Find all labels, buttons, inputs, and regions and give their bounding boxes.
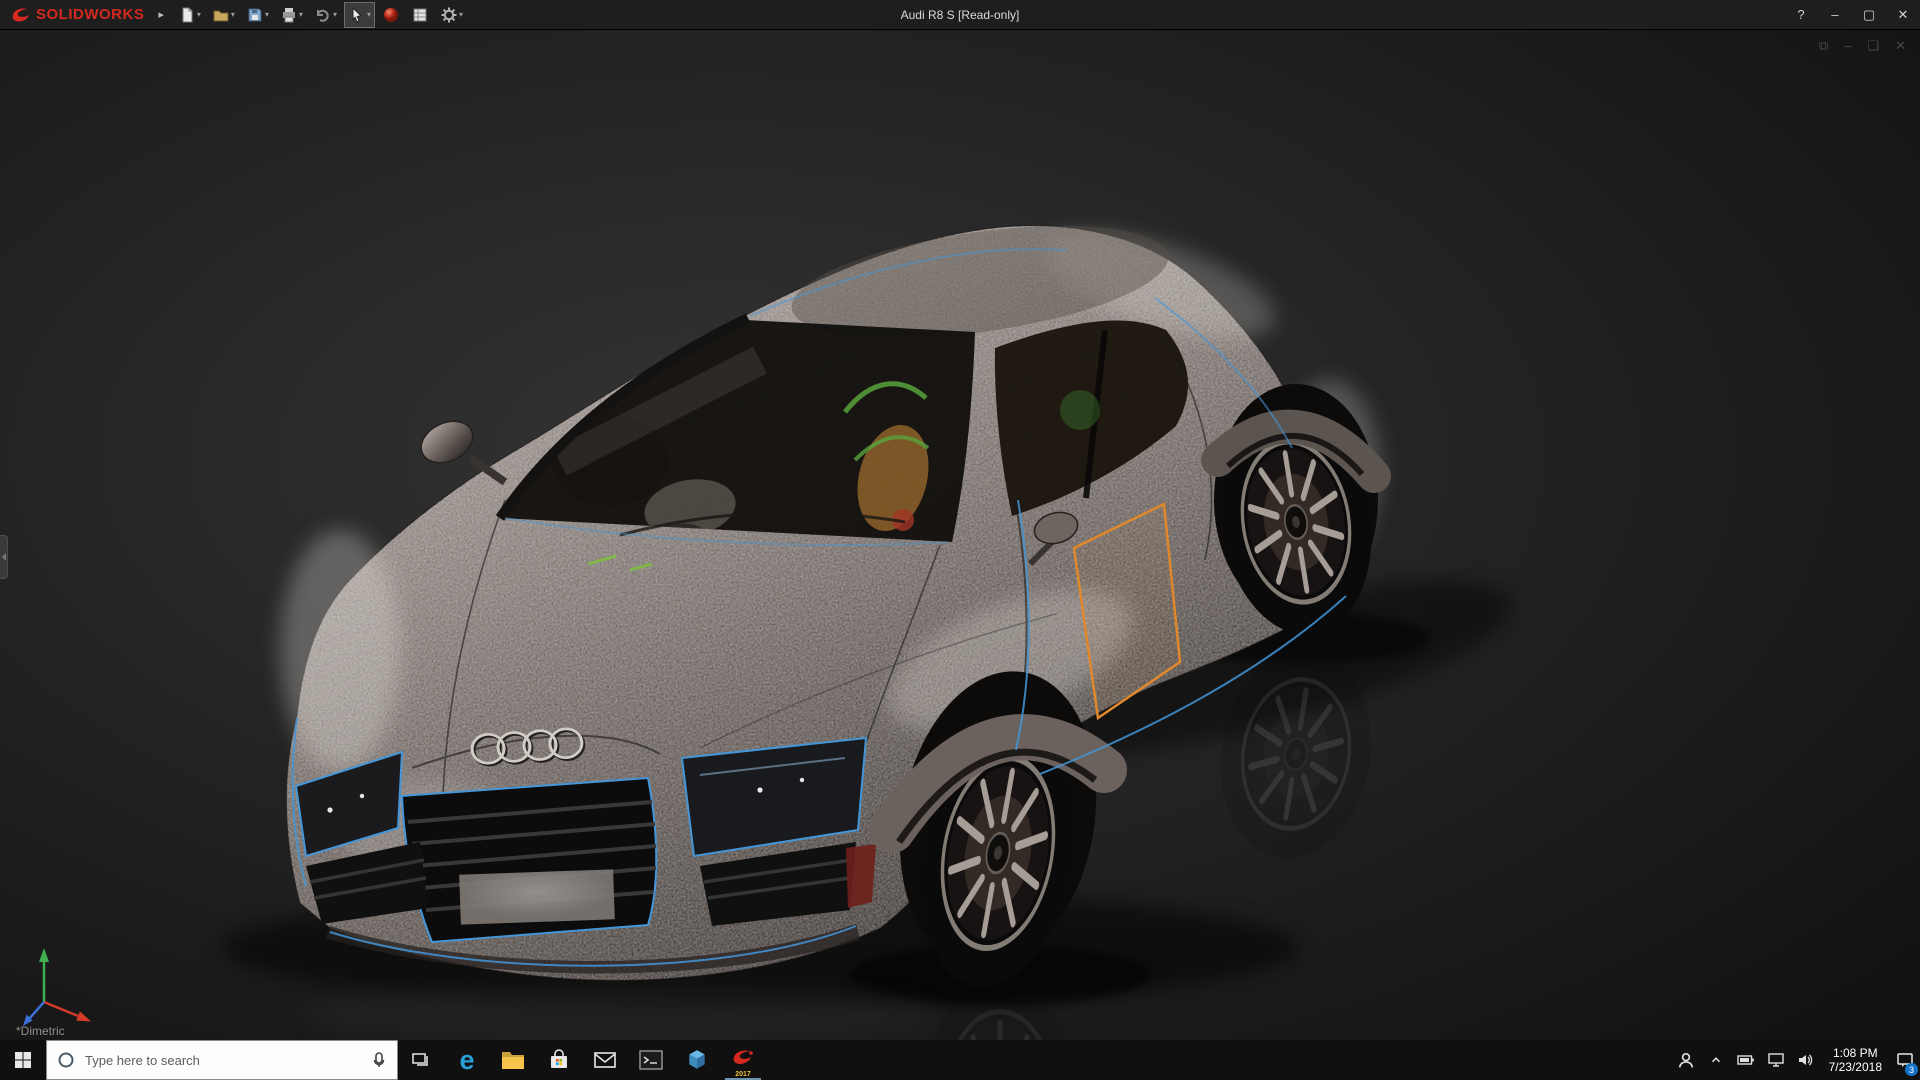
select-tool-button[interactable]: ▾ xyxy=(344,2,375,28)
close-button[interactable]: ✕ xyxy=(1886,0,1920,30)
options-button[interactable]: ▾ xyxy=(436,2,467,28)
design-report-button[interactable] xyxy=(407,2,433,28)
3d-cube-icon xyxy=(686,1049,708,1071)
ds-logo-icon xyxy=(10,6,32,24)
select-cursor-icon xyxy=(348,6,366,24)
dropdown-caret-icon[interactable]: ▾ xyxy=(265,10,269,19)
task-view-button[interactable] xyxy=(398,1040,444,1080)
menu-expand-arrow-icon[interactable]: ▸ xyxy=(152,8,174,21)
dropdown-caret-icon[interactable]: ▾ xyxy=(367,10,371,19)
task-view-icon xyxy=(411,1050,431,1070)
edge-icon: e xyxy=(459,1047,474,1074)
app-titlebar: SOLIDWORKS ▸ ▾ ▾ ▾ ▾ xyxy=(0,0,1920,30)
taskbar-search[interactable] xyxy=(46,1040,398,1080)
design-report-icon xyxy=(411,6,429,24)
undo-button[interactable]: ▾ xyxy=(310,2,341,28)
clock-date: 7/23/2018 xyxy=(1829,1060,1882,1074)
front-grille[interactable] xyxy=(402,778,656,942)
solidworks-wordmark: SOLIDWORKS xyxy=(36,6,144,23)
volume-icon xyxy=(1797,1052,1815,1068)
minimize-button[interactable]: – xyxy=(1818,0,1852,30)
people-button[interactable] xyxy=(1671,1040,1701,1080)
store-icon xyxy=(548,1049,570,1071)
undo-icon xyxy=(314,6,332,24)
appearances-button[interactable] xyxy=(378,2,404,28)
people-icon xyxy=(1677,1051,1695,1069)
interior-cage-glimpse xyxy=(1060,390,1100,430)
dropdown-caret-icon[interactable]: ▾ xyxy=(459,10,463,19)
dropdown-caret-icon[interactable]: ▾ xyxy=(197,10,201,19)
file-explorer-icon xyxy=(501,1049,525,1071)
document-window-controls: ⧉ – ❏ ✕ xyxy=(1819,38,1906,54)
command-prompt-app-button[interactable] xyxy=(628,1040,674,1080)
open-button[interactable]: ▾ xyxy=(208,2,239,28)
appearances-sphere-icon xyxy=(382,6,400,24)
clock-time: 1:08 PM xyxy=(1833,1046,1878,1060)
maximize-button[interactable]: ▢ xyxy=(1852,0,1886,30)
solidworks-logo: SOLIDWORKS xyxy=(0,6,152,24)
mail-app-button[interactable] xyxy=(582,1040,628,1080)
license-plate-area xyxy=(459,869,615,924)
battery-button[interactable] xyxy=(1731,1040,1761,1080)
system-tray: 1:08 PM 7/23/2018 3 xyxy=(1671,1040,1920,1080)
solidworks-taskbar-icon xyxy=(730,1048,756,1072)
volume-button[interactable] xyxy=(1791,1040,1821,1080)
display-network-button[interactable] xyxy=(1761,1040,1791,1080)
search-input[interactable] xyxy=(85,1053,361,1068)
file-explorer-app-button[interactable] xyxy=(490,1040,536,1080)
chevron-up-icon xyxy=(1709,1053,1723,1067)
display-icon xyxy=(1767,1052,1785,1068)
doc-minimize-icon[interactable]: – xyxy=(1844,38,1851,54)
store-app-button[interactable] xyxy=(536,1040,582,1080)
new-document-button[interactable]: ▾ xyxy=(174,2,205,28)
cortana-icon xyxy=(57,1051,75,1069)
quick-toolbar: ▾ ▾ ▾ ▾ ▾ ▾ xyxy=(174,2,467,28)
options-gear-icon xyxy=(440,6,458,24)
3d-scene-canvas[interactable] xyxy=(0,30,1920,1040)
view-orientation-label: *Dimetric xyxy=(16,1024,65,1038)
red-reflector xyxy=(846,844,876,908)
windows-logo-icon xyxy=(14,1051,32,1069)
edge-app-button[interactable]: e xyxy=(444,1040,490,1080)
3d-viewer-app-button[interactable] xyxy=(674,1040,720,1080)
save-button[interactable]: ▾ xyxy=(242,2,273,28)
microphone-icon[interactable] xyxy=(371,1051,387,1069)
dropdown-caret-icon[interactable]: ▾ xyxy=(231,10,235,19)
notification-count-badge: 3 xyxy=(1905,1063,1918,1076)
solidworks-year-label: 2017 xyxy=(720,1071,766,1078)
mail-icon xyxy=(593,1050,617,1070)
window-controls: ? – ▢ ✕ xyxy=(1784,0,1920,30)
save-floppy-icon xyxy=(246,6,264,24)
dropdown-caret-icon[interactable]: ▾ xyxy=(299,10,303,19)
action-center-button[interactable]: 3 xyxy=(1890,1040,1920,1080)
hidden-icons-button[interactable] xyxy=(1701,1040,1731,1080)
graphics-viewport[interactable]: ⧉ – ❏ ✕ xyxy=(0,30,1920,1040)
print-icon xyxy=(280,6,298,24)
windows-taskbar: e xyxy=(0,1040,1920,1080)
taskbar-clock[interactable]: 1:08 PM 7/23/2018 xyxy=(1821,1040,1890,1080)
command-prompt-icon xyxy=(639,1050,663,1070)
doc-popout-icon[interactable]: ⧉ xyxy=(1819,38,1828,54)
dropdown-caret-icon[interactable]: ▾ xyxy=(333,10,337,19)
new-document-icon xyxy=(178,6,196,24)
print-button[interactable]: ▾ xyxy=(276,2,307,28)
solidworks-app-button[interactable]: 2017 xyxy=(720,1040,766,1080)
doc-close-icon[interactable]: ✕ xyxy=(1895,38,1906,54)
start-button[interactable] xyxy=(0,1040,46,1080)
battery-icon xyxy=(1737,1053,1755,1067)
help-button[interactable]: ? xyxy=(1784,0,1818,30)
open-folder-icon xyxy=(212,6,230,24)
feature-tree-flyout-handle[interactable] xyxy=(0,535,8,579)
doc-restore-icon[interactable]: ❏ xyxy=(1867,38,1879,54)
